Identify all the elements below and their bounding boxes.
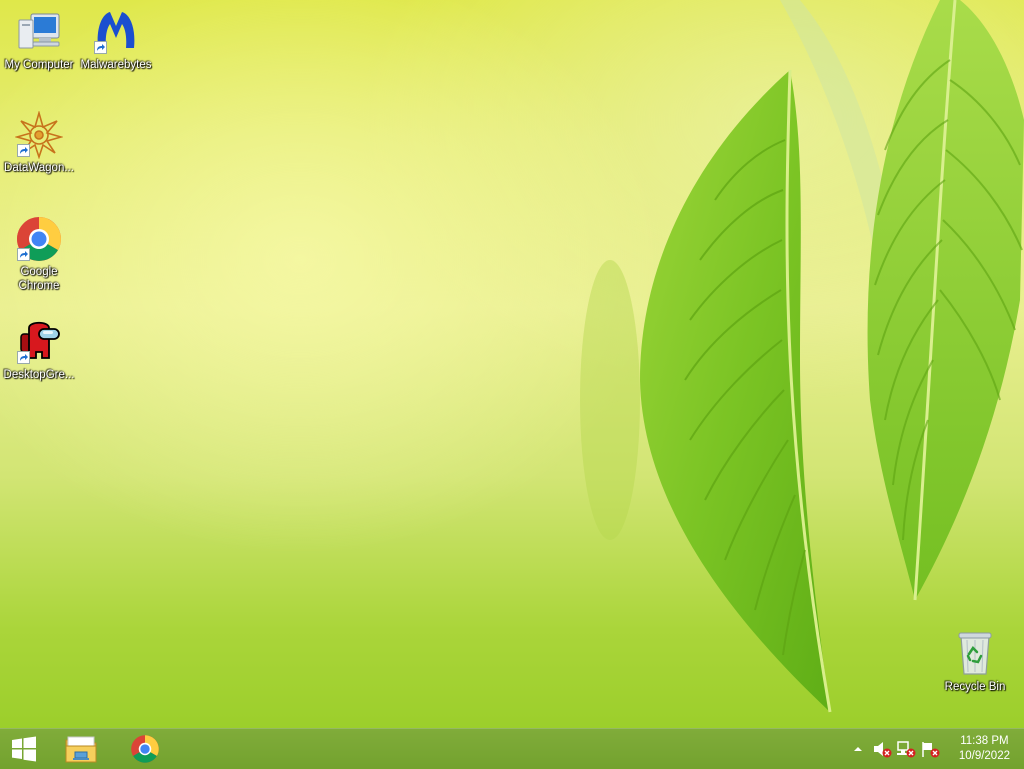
desktop-icon-malwarebytes[interactable]: Malwarebytes (77, 8, 155, 72)
action-center-flag-icon[interactable] (920, 739, 940, 759)
taskbar-clock[interactable]: 11:38 PM 10/9/2022 (959, 734, 1010, 764)
desktop-icon-datawagon[interactable]: DataWagon... (0, 110, 78, 175)
desktop-icon-label: DataWagon... (4, 162, 74, 174)
desktop-icon-label: My Computer (4, 59, 74, 71)
taskbar-chrome-button[interactable] (120, 729, 170, 769)
windows-start-icon (12, 736, 36, 762)
file-explorer-icon (65, 736, 97, 763)
malwarebytes-icon (92, 8, 140, 56)
shortcut-arrow-icon (17, 144, 30, 157)
desktop-icon-label: Google Chrome (18, 266, 60, 292)
shortcut-arrow-icon (17, 248, 30, 261)
desktop-icon-my-computer[interactable]: My Computer (0, 8, 78, 72)
network-error-icon[interactable] (896, 739, 916, 759)
taskbar-file-explorer-button[interactable] (56, 729, 106, 769)
clock-date: 10/9/2022 (958, 750, 1010, 762)
volume-muted-icon[interactable] (872, 739, 892, 759)
desktop-icon-desktopgremlin[interactable]: DesktopGre... (0, 318, 78, 382)
desktop-icon-label: DesktopGre... (3, 369, 75, 381)
clock-time: 11:38 PM (960, 735, 1009, 747)
start-button[interactable] (0, 729, 48, 769)
datawagon-icon (14, 110, 64, 160)
desktop-icon-recycle-bin[interactable]: Recycle Bin (936, 630, 1014, 694)
shortcut-arrow-icon (17, 351, 30, 364)
shortcut-arrow-icon (94, 41, 107, 54)
recycle-bin-icon (951, 630, 999, 678)
computer-icon (15, 8, 63, 56)
chrome-icon (15, 215, 63, 263)
taskbar: 11:38 PM 10/9/2022 (0, 728, 1024, 769)
show-hidden-icons-chevron[interactable] (848, 739, 868, 759)
desktop-icon-google-chrome[interactable]: Google Chrome (0, 215, 78, 293)
chrome-icon (131, 735, 159, 763)
wallpaper-leaves (580, 0, 1024, 713)
desktop-icon-label: Malwarebytes (80, 59, 152, 71)
desktop-icon-label: Recycle Bin (944, 681, 1006, 693)
among-us-crewmate-icon (15, 318, 63, 366)
